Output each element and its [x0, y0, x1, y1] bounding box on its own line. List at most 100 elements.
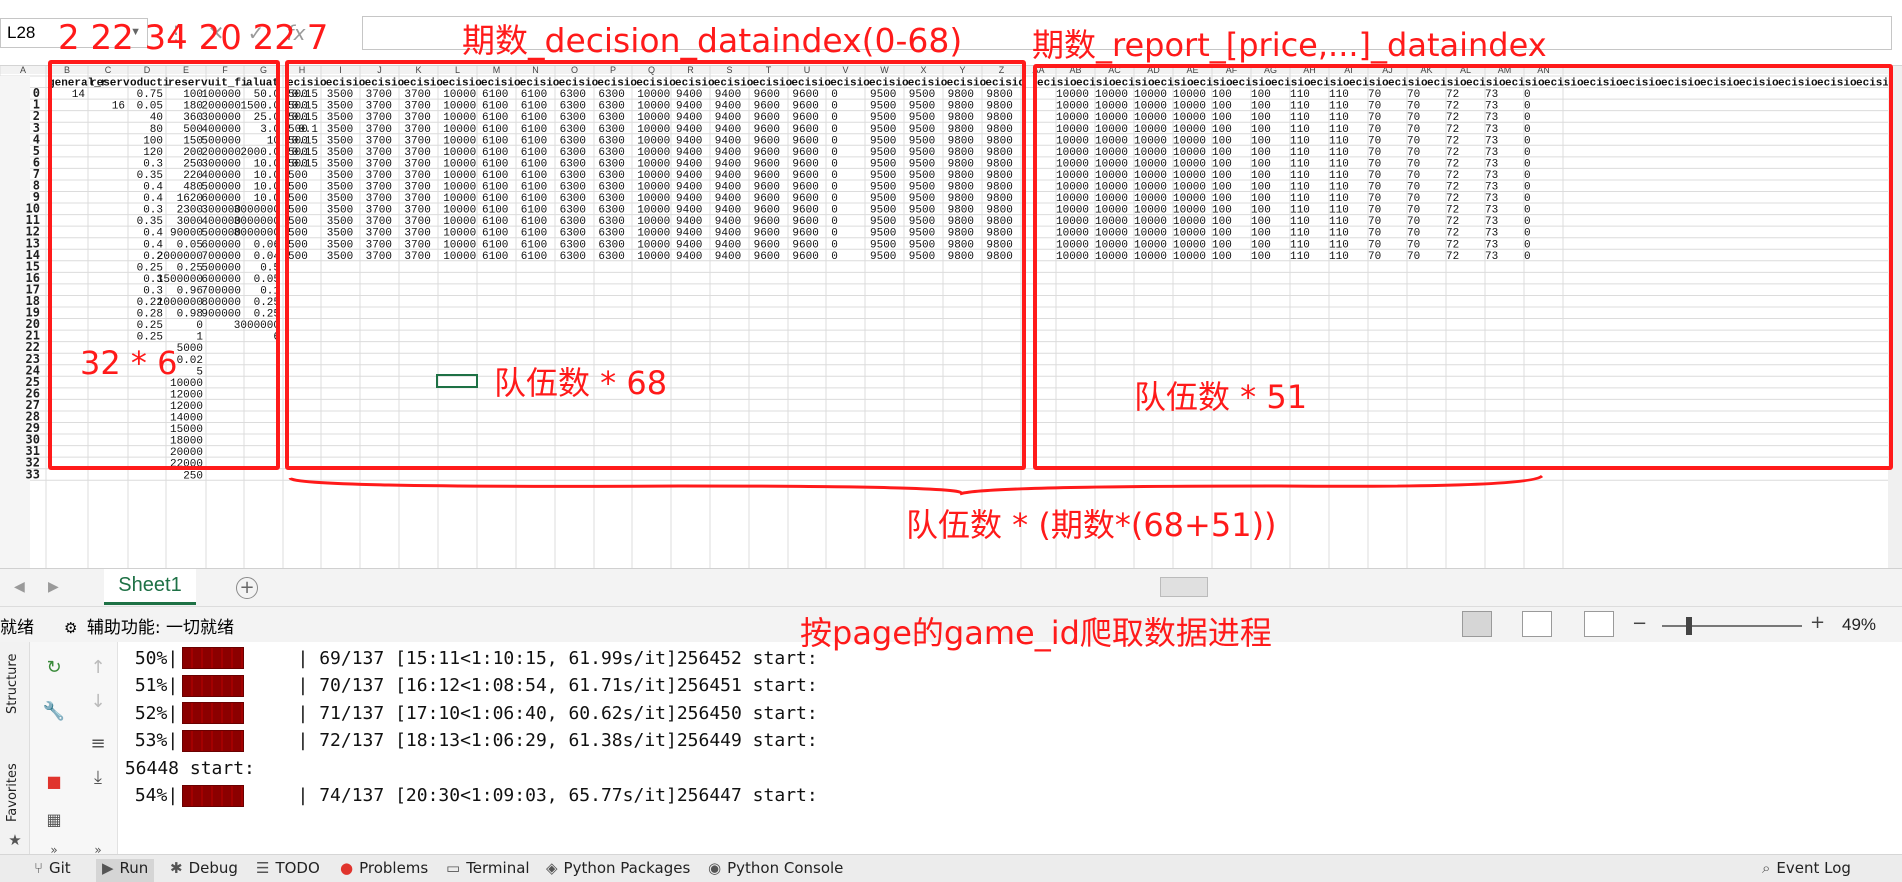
decision-cell[interactable]: 3700 [366, 89, 392, 101]
column-header[interactable]: C [105, 66, 112, 75]
decision-cell[interactable]: 9500 [909, 193, 935, 205]
report-cell[interactable]: 10000 [1056, 193, 1089, 205]
data-cell[interactable]: 200000 [201, 101, 241, 113]
decision-cell[interactable]: 6300 [560, 170, 586, 182]
decision-cell[interactable]: 6100 [521, 205, 547, 217]
decision-cell[interactable]: 3700 [404, 170, 430, 182]
decision-cell[interactable]: 9600 [754, 251, 780, 263]
decision-cell[interactable]: 6300 [598, 135, 624, 147]
data-cell[interactable]: 90000 [170, 228, 203, 240]
data-cell[interactable]: 1620 [177, 193, 203, 205]
decision-cell[interactable]: 9800 [986, 251, 1012, 263]
report-cell[interactable]: 73 [1485, 101, 1498, 113]
column-header[interactable]: AL [1460, 66, 1471, 75]
report-cell[interactable]: 70 [1407, 251, 1420, 263]
data-cell[interactable]: 25.0 [254, 112, 280, 124]
data-cell[interactable]: 0 [196, 320, 203, 332]
decision-cell[interactable]: 6300 [598, 170, 624, 182]
column-header[interactable]: B [64, 66, 70, 75]
cancel-icon[interactable]: ✕ [196, 16, 236, 50]
decision-cell[interactable]: 6100 [521, 228, 547, 240]
decision-cell[interactable]: 9500 [870, 228, 896, 240]
python-packages-tab[interactable]: ◈ Python Packages [546, 859, 690, 882]
decision-cell[interactable]: 3700 [366, 251, 392, 263]
column-header[interactable]: O [571, 66, 578, 75]
decision-header-cell[interactable]: ecisio [985, 78, 1025, 90]
data-cell[interactable]: 12000 [170, 401, 203, 413]
report-cell[interactable]: 10000 [1056, 101, 1089, 113]
data-cell[interactable]: 300000 [201, 158, 241, 170]
decision-cell[interactable]: 6100 [521, 135, 547, 147]
data-cell[interactable]: 700000 [201, 285, 241, 297]
data-cell[interactable]: 250 [183, 158, 203, 170]
decision-cell[interactable]: 3700 [404, 228, 430, 240]
decision-cell[interactable]: 6300 [560, 216, 586, 228]
decision-cell[interactable]: 6100 [482, 112, 508, 124]
report-cell[interactable]: 10000 [1173, 228, 1206, 240]
report-cell[interactable]: 73 [1485, 216, 1498, 228]
decision-header-cell[interactable]: ecisio [520, 78, 560, 90]
report-cell[interactable]: 70 [1368, 239, 1381, 251]
data-cell[interactable]: 500000 [201, 262, 241, 274]
decision-cell[interactable]: 9500 [870, 216, 896, 228]
report-cell[interactable]: 10000 [1134, 251, 1167, 263]
data-cell[interactable]: 0.96 [177, 285, 203, 297]
decision-cell[interactable]: 10000 [637, 135, 670, 147]
wrench-icon[interactable]: 🔧 [42, 700, 66, 724]
report-cell[interactable]: 73 [1485, 135, 1498, 147]
column-header[interactable]: I [339, 66, 342, 75]
decision-cell[interactable]: 0 [831, 89, 838, 101]
report-header-cell[interactable]: ecisio [1388, 78, 1428, 90]
rerun-icon[interactable]: ↻ [42, 656, 66, 680]
report-cell[interactable]: 110 [1290, 112, 1310, 124]
decision-header-cell[interactable]: ecisio [365, 78, 405, 90]
report-cell[interactable]: 72 [1446, 205, 1459, 217]
decision-cell[interactable]: 3500 [327, 147, 353, 159]
data-cell[interactable]: 120 [143, 147, 163, 159]
decision-cell[interactable]: 3700 [366, 216, 392, 228]
decision-cell[interactable]: 0 [831, 158, 838, 170]
favorites-tab[interactable]: Favorites [5, 736, 25, 822]
data-cell[interactable]: 10.0 [254, 170, 280, 182]
decision-cell[interactable]: 6300 [560, 239, 586, 251]
decision-header-cell[interactable]: ecisio [791, 78, 831, 90]
decision-cell[interactable]: 9400 [715, 216, 741, 228]
normal-view-button[interactable] [1462, 611, 1492, 637]
report-cell[interactable]: 10000 [1134, 135, 1167, 147]
data-cell[interactable]: 0.25 [137, 320, 163, 332]
decision-cell[interactable]: 6300 [598, 158, 624, 170]
decision-cell[interactable]: 3700 [366, 158, 392, 170]
report-cell[interactable]: 110 [1329, 170, 1349, 182]
decision-cell[interactable]: 0 [831, 193, 838, 205]
data-cell[interactable]: 0.35 [137, 170, 163, 182]
decision-cell[interactable]: 10000 [637, 251, 670, 263]
decision-cell[interactable]: 6100 [521, 239, 547, 251]
report-cell[interactable]: 70 [1368, 158, 1381, 170]
data-cell[interactable]: 1 [196, 332, 203, 344]
decision-cell[interactable]: 9800 [986, 216, 1012, 228]
column-header[interactable]: AK [1420, 66, 1432, 75]
report-cell[interactable]: 110 [1329, 112, 1349, 124]
decision-header-cell[interactable]: ecisio [714, 78, 754, 90]
decision-cell[interactable]: 9800 [948, 170, 974, 182]
decision-cell[interactable]: 3700 [366, 135, 392, 147]
page-layout-view-button[interactable] [1522, 611, 1552, 637]
data-cell[interactable]: 0.05 [177, 239, 203, 251]
data-cell[interactable]: 0.05 [254, 274, 280, 286]
decision-cell[interactable]: 9400 [715, 228, 741, 240]
decision-cell[interactable]: 3500 [327, 135, 353, 147]
decision-cell[interactable]: 6100 [482, 182, 508, 194]
report-cell[interactable]: 100 [1251, 101, 1271, 113]
decision-cell[interactable]: 9800 [986, 170, 1012, 182]
star-icon[interactable]: ★ [3, 828, 27, 852]
decision-cell[interactable]: 6300 [598, 89, 624, 101]
decision-cell[interactable]: 9600 [792, 182, 818, 194]
data-cell[interactable]: 400000 [201, 124, 241, 136]
decision-cell[interactable]: 9400 [676, 101, 702, 113]
decision-cell[interactable]: 3700 [366, 182, 392, 194]
report-cell[interactable]: 10000 [1095, 170, 1128, 182]
decision-cell[interactable]: 10000 [443, 101, 476, 113]
data-cell[interactable]: 0.25 [137, 332, 163, 344]
column-header[interactable]: AD [1147, 66, 1160, 75]
data-cell[interactable]: 0.3 [143, 205, 163, 217]
